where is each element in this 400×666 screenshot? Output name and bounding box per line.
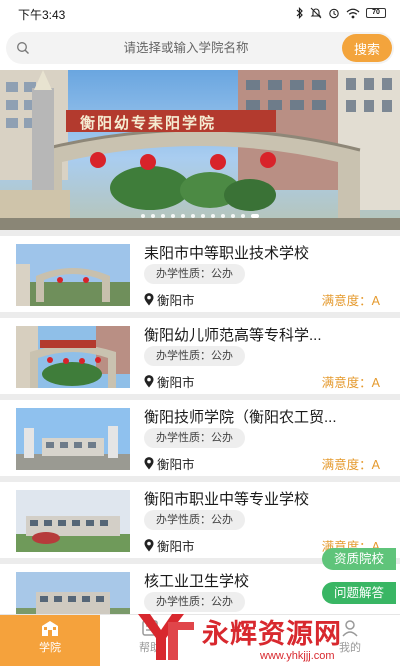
- banner-carousel[interactable]: 衡阳幼专耒阳学院: [0, 70, 400, 230]
- watermark: 永辉资源网 www.yhkjjj.com: [130, 608, 400, 666]
- school-card[interactable]: 衡阳市职业中等专业学校 办学性质：公办 衡阳市 满意度：A: [0, 482, 400, 558]
- school-nature-badge: 办学性质：公办: [144, 264, 245, 284]
- tab-school-label: 学院: [39, 642, 61, 654]
- school-thumbnail: [16, 490, 130, 552]
- location-pin-icon: [144, 539, 154, 552]
- search-box[interactable]: 搜索: [6, 32, 394, 64]
- location-pin-icon: [144, 375, 154, 388]
- location-pin-icon: [144, 293, 154, 306]
- wifi-icon: [346, 8, 360, 18]
- mute-icon: [310, 7, 322, 19]
- location-text: 衡阳市: [157, 540, 195, 554]
- school-card[interactable]: 衡阳技师学院（衡阳农工贸... 办学性质：公办 衡阳市 满意度：A: [0, 400, 400, 476]
- school-location: 衡阳市: [144, 454, 195, 473]
- alarm-icon: [329, 8, 339, 19]
- school-name: 衡阳幼儿师范高等专科学...: [144, 327, 322, 344]
- search-bar: 搜索: [0, 26, 400, 70]
- search-button[interactable]: 搜索: [342, 34, 392, 62]
- status-icons: 70: [296, 6, 386, 20]
- watermark-logo: [138, 614, 194, 660]
- school-nature-badge: 办学性质：公办: [144, 346, 245, 366]
- banner-dot[interactable]: [231, 214, 235, 218]
- location-pin-icon: [144, 457, 154, 470]
- search-input[interactable]: [36, 39, 336, 57]
- battery-icon: 70: [366, 8, 386, 18]
- school-card[interactable]: 衡阳幼儿师范高等专科学... 办学性质：公办 衡阳市 满意度：A: [0, 318, 400, 394]
- banner-dot[interactable]: [181, 214, 185, 218]
- satisfaction-rating: 满意度：A: [321, 458, 380, 472]
- banner-dot[interactable]: [141, 214, 145, 218]
- satisfaction-rating: 满意度：A: [321, 294, 380, 308]
- watermark-text: 永辉资源网: [202, 619, 342, 649]
- premium-schools-button[interactable]: 资质院校: [322, 548, 396, 570]
- tab-school[interactable]: 学院: [0, 615, 100, 666]
- school-name: 衡阳技师学院（衡阳农工贸...: [144, 409, 337, 426]
- school-name: 耒阳市中等职业技术学校: [144, 245, 310, 262]
- watermark-url: www.yhkjjj.com: [260, 650, 335, 662]
- school-nature-badge: 办学性质：公办: [144, 510, 245, 530]
- banner-dot[interactable]: [251, 214, 259, 218]
- school-nature-badge: 办学性质：公办: [144, 428, 245, 448]
- bluetooth-icon: [296, 7, 303, 19]
- school-location: 衡阳市: [144, 372, 195, 391]
- school-icon: [42, 621, 58, 636]
- banner-dot[interactable]: [221, 214, 225, 218]
- school-location: 衡阳市: [144, 290, 195, 309]
- banner-image: [0, 70, 400, 230]
- school-thumbnail: [16, 408, 130, 470]
- location-text: 衡阳市: [157, 376, 195, 390]
- banner-dot[interactable]: [171, 214, 175, 218]
- qa-button[interactable]: 问题解答: [322, 582, 396, 604]
- location-text: 衡阳市: [157, 458, 195, 472]
- school-name: 衡阳市职业中等专业学校: [144, 491, 310, 508]
- satisfaction-rating: 满意度：A: [321, 376, 380, 390]
- location-text: 衡阳市: [157, 294, 195, 308]
- banner-dot[interactable]: [161, 214, 165, 218]
- banner-gate-sign: 衡阳幼专耒阳学院: [80, 115, 217, 132]
- school-thumbnail: [16, 326, 130, 388]
- banner-dot[interactable]: [211, 214, 215, 218]
- school-thumbnail: [16, 244, 130, 306]
- status-bar: 下午3:43 70: [0, 0, 400, 26]
- status-time: 下午3:43: [18, 8, 66, 22]
- banner-dot[interactable]: [151, 214, 155, 218]
- school-card[interactable]: 耒阳市中等职业技术学校 办学性质：公办 衡阳市 满意度：A: [0, 236, 400, 312]
- search-icon: [17, 42, 29, 54]
- banner-indicator: [0, 214, 400, 218]
- banner-dot[interactable]: [191, 214, 195, 218]
- banner-dot[interactable]: [201, 214, 205, 218]
- banner-dot[interactable]: [241, 214, 245, 218]
- school-location: 衡阳市: [144, 536, 195, 555]
